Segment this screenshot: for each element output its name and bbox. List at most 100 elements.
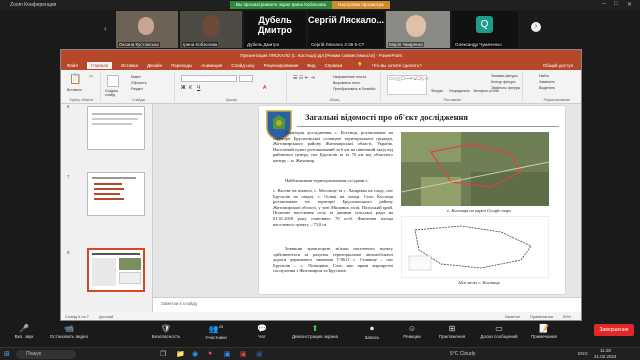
new-slide-label[interactable]: Создать слайд [105,89,127,97]
group-label: Буфер обмена [69,98,94,102]
shield-icon: 🛡 [160,324,172,333]
tab-file[interactable]: Файл [67,63,78,68]
minimize-icon[interactable]: – [602,1,605,7]
slide-counter: Слайд 6 из 7 [65,313,89,319]
share-button[interactable]: Общий доступ [543,63,573,68]
arrange-button[interactable]: Упорядочить [449,89,470,93]
font-size-box[interactable] [239,75,253,82]
windows-start-icon[interactable]: ⊞ [4,350,10,358]
chat-label: Чат [258,334,266,339]
keyboard-language[interactable]: ENG [578,351,588,356]
taskbar-search[interactable]: Пошук [16,350,76,359]
apps-button[interactable]: ⊞ Приложения [432,324,472,339]
smartart-button[interactable]: Преобразовать в SmartArt [333,87,375,91]
cut-icon[interactable]: ✂ [89,74,93,80]
underline-icon[interactable]: Ч [197,85,200,91]
thumb-number: 7 [67,174,70,179]
tab-transitions[interactable]: Переходы [171,63,192,68]
tab-view[interactable]: Вид [307,63,315,68]
shape-effects-button[interactable]: Эффекты фигуры [491,86,520,90]
slide-paragraph-3: с. Васеве на півночі, с. Мостище та с. Л… [273,188,393,227]
language-status[interactable]: русский [99,314,113,319]
file-explorer-icon[interactable]: 📁 [176,350,185,358]
ribbon-group-slides: Создать слайд Макет Сбросить Раздел Слай… [103,72,175,102]
zoom-app-icon[interactable]: ▣ [224,350,231,358]
tab-home[interactable]: Главная [87,61,113,69]
shapes-gallery[interactable]: ▭○△⬠⟶↘☐◇☆ [387,75,429,95]
thumb-map [119,258,141,270]
tab-slideshow[interactable]: Слайд-шоу [231,63,254,68]
participant-tile[interactable]: Оксана Кустовська [116,11,178,48]
tell-me-search[interactable]: Что вы хотите сделать? [372,63,422,68]
comments-toggle[interactable]: Примечания [530,314,553,319]
notes-toggle[interactable]: Заметки [505,314,520,319]
end-meeting-button[interactable]: Завершение [594,324,634,336]
record-button[interactable]: ⏺ Запись [352,324,392,340]
participants-button[interactable]: 👥25 Участники [196,324,236,340]
slide-thumbnail[interactable] [87,106,145,150]
ribbon: 📋 Вставить ✂ Буфер обмена Создать слайд … [61,70,581,104]
powerpoint-app-icon[interactable]: ▣ [240,350,247,358]
bold-icon[interactable]: Ж [181,85,186,91]
tab-review[interactable]: Рецензирование [264,63,299,68]
shape-outline-button[interactable]: Контур фигуры [491,80,515,84]
weather-widget[interactable]: 5°C Cloudy [450,351,475,357]
section-button[interactable]: Раздел [131,87,143,91]
chat-button[interactable]: 💬 Чат [242,324,282,339]
clock-time[interactable]: 11:28 [600,348,611,353]
bullets-icon[interactable]: ☰ ☷ ⇤ ⇥ [293,75,315,81]
tab-animations[interactable]: Анимация [201,63,222,68]
participant-tile[interactable]: Q Олександр Чумаченко [452,11,518,48]
reactions-button[interactable]: ☺ Реакции [392,324,432,339]
zoom-level[interactable]: 69% [563,314,571,319]
share-screen-button[interactable]: ⬆ Демонстрация экрана [284,324,346,339]
participant-tile[interactable]: Ірина Кобзєнова [180,11,242,48]
whiteboards-button[interactable]: ▭ Доски сообщений [476,324,522,339]
security-button[interactable]: 🛡 Безопасность [146,324,186,339]
paste-label[interactable]: Вставить [67,88,82,92]
reactions-label: Реакции [403,334,421,339]
slide-notes[interactable]: Заметки к слайду [153,297,581,312]
new-slide-icon[interactable] [107,75,119,87]
participant-name-large: Дубель Дмитро [257,15,292,35]
next-page-icon[interactable]: › [531,22,541,32]
shapes-button[interactable]: Фигуры [431,89,443,93]
participant-tile[interactable]: Марія Чмиренко [386,11,450,48]
prev-page-icon[interactable]: ‹ [104,24,107,33]
screen-share-banner: Вы просматриваете экран Ірина Кобзєнова … [230,1,390,9]
italic-icon[interactable]: К [189,85,192,91]
view-options-button[interactable]: Настройки просмотра [332,1,390,9]
text-direction-button[interactable]: Направление текста [333,75,366,79]
mute-button[interactable]: 🎤 Вкл. звук [4,324,44,339]
taskview-icon[interactable]: ❐ [160,350,166,358]
participant-tile[interactable]: Сергій Ляскало... Сергій Ляскало 3-38 5-… [308,11,384,48]
tab-insert[interactable]: Вставка [121,63,138,68]
find-button[interactable]: Найти [539,74,549,78]
align-text-button[interactable]: Выровнять текст [333,81,360,85]
slide-thumbnail[interactable] [87,172,145,216]
slide-thumbnail-selected[interactable] [87,248,145,292]
slide[interactable]: Загальні відомості про об'єкт дослідженн… [259,106,565,294]
record-icon: ⏺ [370,324,374,333]
word-app-icon[interactable]: ▣ [256,350,263,358]
village-boundary-image [401,216,549,278]
stop-video-button[interactable]: 📹 Остановить видео [46,324,92,339]
font-color-icon[interactable]: A [263,85,266,91]
shape-fill-button[interactable]: Заливка фигуры [491,74,518,78]
edge-icon[interactable]: ◉ [192,350,198,358]
tab-design[interactable]: Дизайн [147,63,162,68]
layout-button[interactable]: Макет [131,75,141,79]
select-button[interactable]: Выделить [539,86,555,90]
participant-tile[interactable]: Дубель Дмитро Дубель Дмитро [244,11,306,48]
font-name-box[interactable] [181,75,237,82]
replace-button[interactable]: Заменить [539,80,555,84]
chrome-icon[interactable]: ● [208,350,212,357]
clock-date[interactable]: 21.02.2024 [594,354,617,359]
reset-button[interactable]: Сбросить [131,81,147,85]
paste-icon[interactable]: 📋 [69,74,81,85]
ppt-status-bar: Слайд 6 из 7 русский Заметки Примечания … [61,312,581,320]
close-icon[interactable]: ✕ [627,1,632,8]
maximize-icon[interactable]: □ [614,1,618,7]
notes-button[interactable]: 📝 Примечания [524,324,564,339]
tab-help[interactable]: Справка [325,63,343,68]
